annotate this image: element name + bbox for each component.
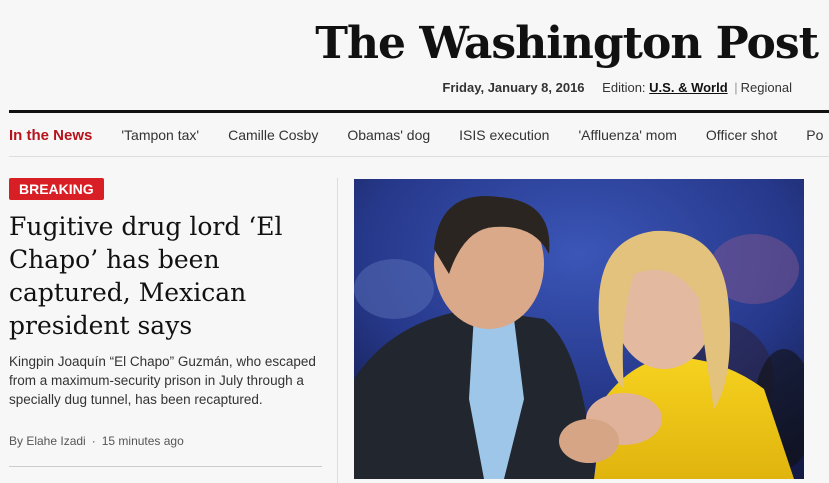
nav-item-isis-execution[interactable]: ISIS execution (459, 127, 549, 143)
byline: By Elahe Izadi · 15 minutes ago (9, 434, 184, 448)
story-bottom-rule (9, 466, 322, 467)
edition-us-world-link[interactable]: U.S. & World (649, 80, 727, 95)
edition-separator: | (734, 80, 738, 95)
story-summary: Kingpin Joaquín “El Chapo” Guzmán, who e… (9, 354, 316, 407)
edition-label: Edition: (602, 80, 646, 95)
nav-item-truncated[interactable]: Po (806, 127, 823, 143)
timestamp: 15 minutes ago (101, 434, 184, 448)
current-date: Friday, January 8, 2016 (442, 80, 585, 95)
column-divider (337, 178, 338, 483)
in-the-news-label[interactable]: In the News (9, 127, 92, 144)
dateline: Friday, January 8, 2016 Edition: U.S. & … (442, 80, 792, 95)
nav-item-tampon-tax[interactable]: 'Tampon tax' (121, 127, 199, 143)
nav-item-affluenza-mom[interactable]: 'Affluenza' mom (578, 127, 676, 143)
author-link[interactable]: By Elahe Izadi (9, 434, 86, 448)
logo-text: The Washington Post (315, 17, 819, 69)
breaking-badge: BREAKING (9, 178, 104, 200)
nav-item-camille-cosby[interactable]: Camille Cosby (228, 127, 318, 143)
byline-separator: · (91, 434, 96, 448)
story-headline[interactable]: Fugitive drug lord ‘El Chapo’ has been c… (9, 210, 329, 342)
story-photo[interactable] (354, 179, 804, 479)
site-logo[interactable]: The Washington Post (315, 10, 819, 76)
masthead-rule (9, 110, 829, 113)
photo-illustration (354, 179, 804, 479)
nav-item-obamas-dog[interactable]: Obamas' dog (347, 127, 430, 143)
in-the-news-nav: In the News 'Tampon tax' Camille Cosby O… (9, 114, 829, 157)
nav-item-officer-shot[interactable]: Officer shot (706, 127, 777, 143)
edition-regional-link[interactable]: Regional (741, 80, 792, 95)
